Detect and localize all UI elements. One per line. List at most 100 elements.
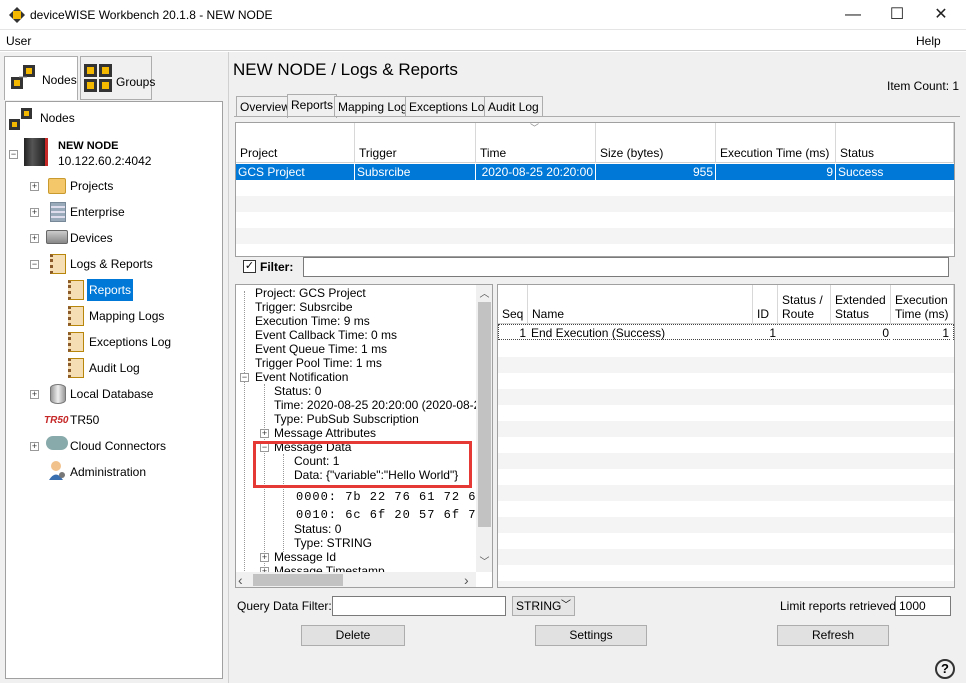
col-trigger[interactable]: Trigger [355,123,476,163]
tab-overview[interactable]: Overview [236,96,295,116]
menu-help[interactable]: Help [916,34,941,48]
detail-exec-time: Execution Time: 9 ms [255,314,370,328]
scrollbar-thumb[interactable] [478,302,491,527]
expander-icon[interactable]: + [260,429,269,438]
tab-audit-log[interactable]: Audit Log [484,96,543,116]
expander-icon[interactable]: + [30,208,39,217]
table-row[interactable]: GCS Project Subsrcibe 2020-08-25 20:20:0… [236,164,954,180]
col-status[interactable]: Status [836,123,954,163]
tree-item-projects[interactable]: Projects [70,176,113,196]
tab-reports[interactable]: Reports [287,94,338,118]
settings-button[interactable]: Settings [535,625,647,646]
scroll-down-icon[interactable]: ﹀ [476,553,492,570]
detail-status: Status: 0 [274,384,322,398]
tree-item-logs-reports[interactable]: Logs & Reports [70,254,153,274]
col-name[interactable]: Name [528,285,753,324]
expander-icon[interactable]: + [30,182,39,191]
page-title: NEW NODE / Logs & Reports [233,60,458,79]
query-filter-label: Query Data Filter: [237,599,332,613]
vertical-scrollbar[interactable]: ︿ ﹀ [476,285,492,572]
tree-item-administration[interactable]: Administration [70,462,146,482]
tree-item-cloud-connectors[interactable]: Cloud Connectors [70,436,166,456]
cell-exec: 1 [892,325,952,341]
horizontal-scrollbar[interactable]: ‹ › [236,572,476,587]
detail-message-id[interactable]: Message Id [274,550,336,564]
tab-groups-label: Groups [116,75,156,89]
node-name[interactable]: NEW NODE [58,140,119,152]
cloud-icon [46,436,68,450]
detail-pool: Trigger Pool Time: 1 ms [255,356,382,370]
nodes-icon [9,63,39,93]
chevron-down-icon: ﹀ [561,600,571,611]
menu-bar: User Help [0,31,966,51]
detail-hex-line-1: 0000: 7b 22 76 61 72 69 [296,490,485,504]
scroll-up-icon[interactable]: ︿ [476,285,492,302]
maximize-button[interactable]: ☐ [874,0,920,30]
expander-icon[interactable]: − [30,260,39,269]
tab-groups[interactable]: Groups [80,56,156,100]
filter-input[interactable] [303,257,949,277]
col-size[interactable]: Size (bytes) [596,123,716,163]
col-exec-time[interactable]: Execution Time (ms) [716,123,836,163]
delete-button[interactable]: Delete [301,625,405,646]
filter-label: Filter: [260,260,294,274]
minimize-button[interactable]: — [830,0,876,30]
refresh-button[interactable]: Refresh [777,625,889,646]
tab-nodes[interactable]: Nodes [4,56,78,100]
database-icon [50,384,66,404]
tree-item-reports[interactable]: Reports [87,279,134,301]
col-status-route[interactable]: Status / Route [778,285,831,324]
expander-icon[interactable]: + [30,234,39,243]
detail-queue: Event Queue Time: 1 ms [255,342,388,356]
detail-type: Type: PubSub Subscription [274,412,419,426]
tree-item-mapping-logs[interactable]: Mapping Logs [89,306,164,326]
cell-seq: 1 [499,325,529,341]
col-extended-status[interactable]: Extended Status [831,285,891,324]
expander-icon[interactable]: + [30,390,39,399]
col-project[interactable]: Project [236,123,355,163]
close-button[interactable]: ✕ [918,0,964,30]
notebook-icon [50,254,66,274]
menu-user[interactable]: User [6,34,31,48]
query-filter-input[interactable] [332,596,506,616]
notebook-icon [68,306,84,326]
col-step-exec-time[interactable]: Execution Time (ms) [891,285,954,324]
cell-time: 2020-08-25 20:20:00 [476,164,596,180]
limit-input[interactable]: 1000 [895,596,951,616]
highlight-box [253,441,472,488]
query-type-select[interactable]: STRING ﹀ [512,596,575,616]
help-icon[interactable]: ? [935,659,955,679]
tree-item-exceptions-log[interactable]: Exceptions Log [89,332,171,352]
expander-icon[interactable]: + [30,442,39,451]
scroll-left-icon[interactable]: ‹ [238,572,243,587]
tree-item-devices[interactable]: Devices [70,228,113,248]
table-row[interactable]: 1 End Execution (Success) 1 0 1 [498,324,954,341]
col-id[interactable]: ID [753,285,778,324]
tree-item-audit-log[interactable]: Audit Log [89,358,140,378]
scroll-right-icon[interactable]: › [464,572,469,587]
tree-root-label: Nodes [40,111,75,125]
tree-item-local-database[interactable]: Local Database [70,384,153,404]
cell-id: 1 [754,325,779,341]
tree-item-tr50[interactable]: TR50 [70,410,99,430]
notebook-icon [68,332,84,352]
groups-icon [83,63,113,93]
detail-trigger: Trigger: Subsrcibe [255,300,353,314]
filter-checkbox[interactable]: ✓ [243,260,256,273]
notebook-icon [68,280,84,300]
tab-exceptions-log[interactable]: Exceptions Log [405,96,496,116]
detail-time: Time: 2020-08-25 20:20:00 (2020-08-25 2 [274,398,493,412]
cell-project: GCS Project [236,164,355,180]
col-seq[interactable]: Seq [498,285,528,324]
detail-message-attributes[interactable]: Message Attributes [274,426,376,440]
expander-icon[interactable]: − [240,373,249,382]
tree-item-enterprise[interactable]: Enterprise [70,202,125,222]
expander-icon[interactable]: + [260,553,269,562]
building-icon [50,202,66,222]
cell-name: End Execution (Success) [529,325,754,341]
detail-event-notification[interactable]: Event Notification [255,370,348,384]
scrollbar-h-thumb[interactable] [253,574,343,586]
expander-icon[interactable]: − [9,150,18,159]
detail-callback: Event Callback Time: 0 ms [255,328,398,342]
detail-project: Project: GCS Project [255,286,366,300]
